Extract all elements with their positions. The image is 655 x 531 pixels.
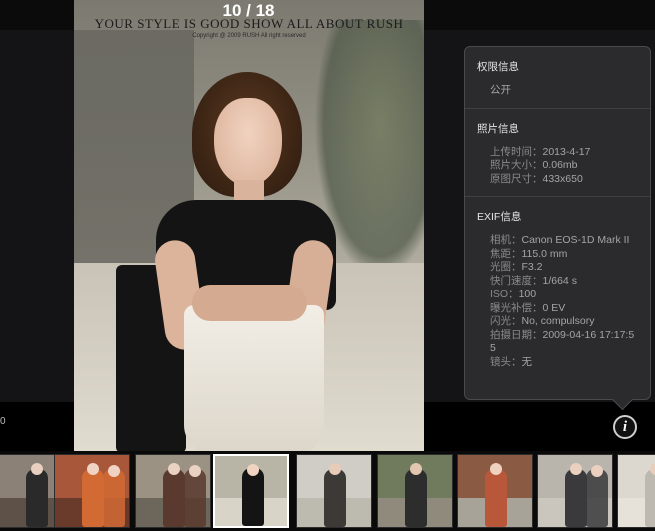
exif-value: F3.2 xyxy=(521,261,543,273)
thumbnail-item[interactable] xyxy=(296,454,372,528)
exif-key: 拍摄日期： xyxy=(490,328,543,341)
thumbnail-strip xyxy=(0,451,655,531)
info-panel: 权限信息 公开 照片信息 上传时间：2013-4-17 照片大小：0.06mb 原图… xyxy=(464,46,651,400)
photo-info-value: 433x650 xyxy=(542,172,583,185)
edge-label: 0 xyxy=(0,416,6,427)
exif-value: 无 xyxy=(521,355,533,368)
photo-info-value: 2013-4-17 xyxy=(542,145,591,158)
thumbnail-item[interactable] xyxy=(54,454,130,528)
privacy-title: 权限信息 xyxy=(477,61,519,73)
exif-row: 闪光：No, compulsory xyxy=(477,315,638,329)
exif-key: 相机： xyxy=(490,234,522,246)
thumbnail-item[interactable] xyxy=(377,454,453,528)
exif-row: 镜头：无 xyxy=(477,356,638,370)
exif-section: EXIF信息 相机：Canon EOS-1D Mark II 焦距：115.0 m… xyxy=(465,197,650,379)
thumbnail-item[interactable] xyxy=(213,454,289,528)
privacy-value: 公开 xyxy=(490,84,511,96)
exif-row: 拍摄日期：2009-04-16 17:17:55 xyxy=(477,329,638,356)
exif-row: 快门速度：1/664 s xyxy=(477,275,638,289)
thumbnail-item[interactable] xyxy=(135,454,211,528)
photo-counter: 10 / 18 xyxy=(222,1,275,20)
exif-value: 100 xyxy=(518,288,537,300)
privacy-section: 权限信息 公开 xyxy=(465,47,650,109)
photo-info-key: 原图尺寸： xyxy=(490,172,543,185)
thumbnail-item[interactable] xyxy=(537,454,613,528)
info-toggle-icon[interactable]: i xyxy=(613,415,637,439)
exif-title: EXIF信息 xyxy=(477,211,522,223)
photo-info-key: 上传时间： xyxy=(490,145,543,158)
exif-key: 快门速度： xyxy=(490,274,543,287)
photo-copyright: Copyright @ 2009 RUSH All right reserved xyxy=(192,33,306,39)
thumbnail-item[interactable] xyxy=(457,454,533,528)
main-photo[interactable] xyxy=(74,0,424,453)
exif-row: 曝光补偿：0 EV xyxy=(477,302,638,316)
exif-key: 光圈： xyxy=(490,261,522,273)
photo-info-section: 照片信息 上传时间：2013-4-17 照片大小：0.06mb 原图尺寸：433x6… xyxy=(465,109,650,197)
exif-row: 相机：Canon EOS-1D Mark II xyxy=(477,234,638,248)
exif-value: 0 EV xyxy=(542,301,566,314)
photo-viewer: 10 / 18 YOUR STYLE IS GOOD SHOW ALL ABOU… xyxy=(0,0,655,531)
exif-value: No, compulsory xyxy=(521,315,595,327)
exif-key: 曝光补偿： xyxy=(490,301,543,314)
exif-row: ISO：100 xyxy=(477,288,638,302)
exif-value: 115.0 mm xyxy=(521,247,568,260)
photo-info-row: 原图尺寸：433x650 xyxy=(477,173,638,187)
photo-info-row: 照片大小：0.06mb xyxy=(477,159,638,173)
exif-row: 焦距：115.0 mm xyxy=(477,248,638,262)
exif-key: 焦距： xyxy=(490,247,522,260)
exif-key: ISO： xyxy=(490,288,519,300)
exif-value: 1/664 s xyxy=(542,274,577,287)
photo-info-value: 0.06mb xyxy=(542,159,578,171)
exif-row: 光圈：F3.2 xyxy=(477,261,638,275)
photo-info-row: 上传时间：2013-4-17 xyxy=(477,146,638,160)
exif-value: Canon EOS-1D Mark II xyxy=(521,234,630,246)
photo-info-key: 照片大小： xyxy=(490,159,543,171)
photo-info-title: 照片信息 xyxy=(477,122,519,135)
exif-key: 镜头： xyxy=(490,355,522,368)
exif-key: 闪光： xyxy=(490,315,522,327)
thumbnail-item[interactable] xyxy=(617,454,655,528)
